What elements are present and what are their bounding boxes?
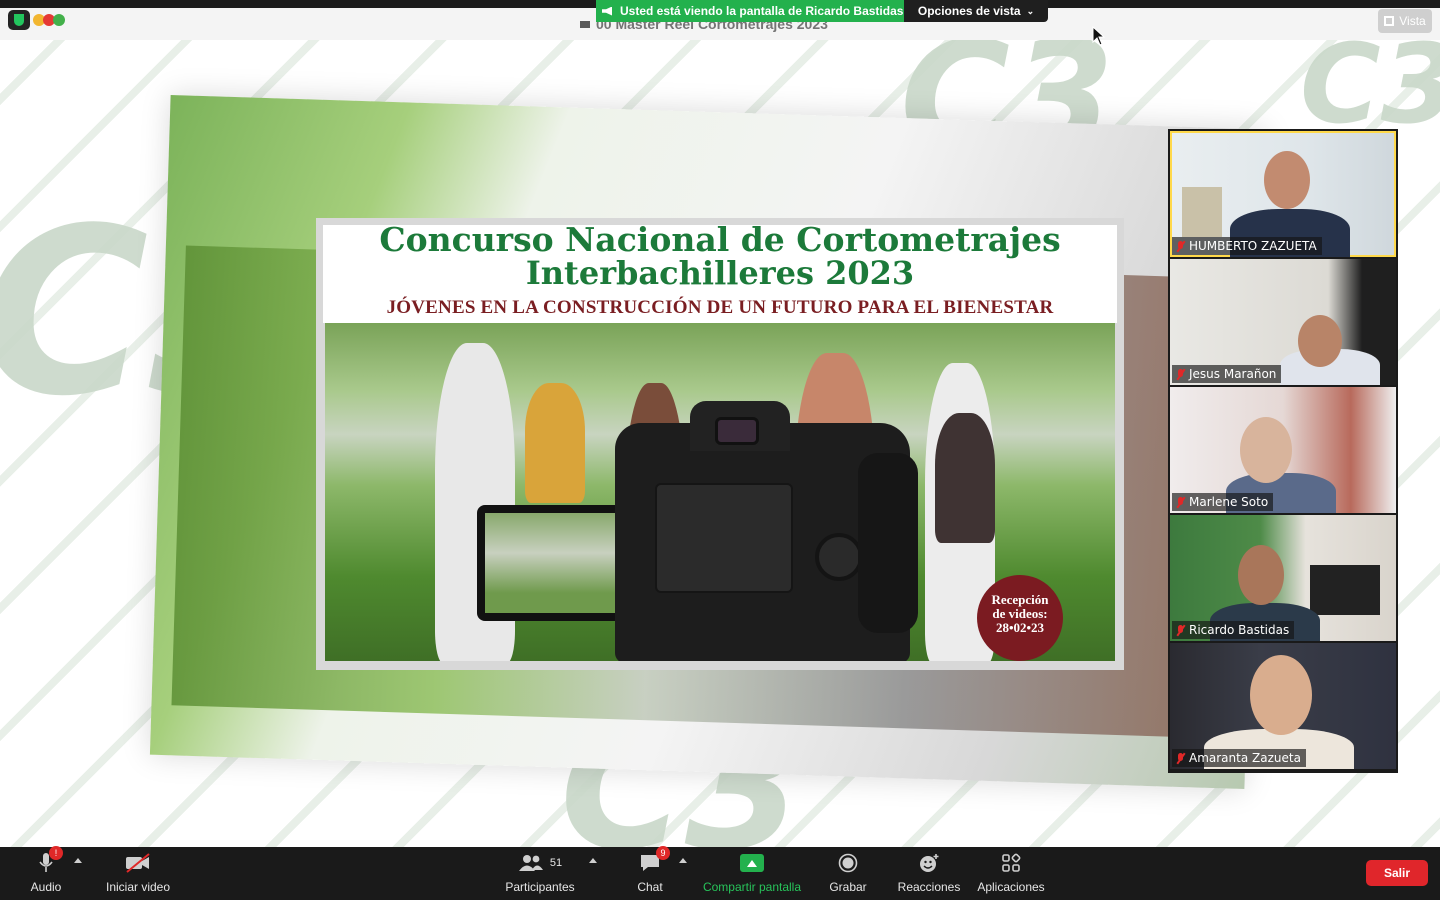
participant-gallery: HUMBERTO ZAZUETA Jesus Marañon Marlene S… xyxy=(1168,129,1398,773)
mic-muted-icon xyxy=(1176,624,1185,636)
leave-button[interactable]: Salir xyxy=(1366,860,1428,886)
camera-flip-screen xyxy=(477,505,629,621)
share-banner-text: Usted está viendo la pantalla de Ricardo… xyxy=(620,4,904,18)
dot-icon xyxy=(53,14,65,26)
share-screen-icon xyxy=(740,854,764,872)
participants-icon xyxy=(518,855,543,871)
share-screen-button[interactable]: Compartir pantalla xyxy=(702,847,802,900)
view-button[interactable]: Vista xyxy=(1378,9,1432,33)
mic-muted-icon xyxy=(1176,496,1185,508)
apps-button[interactable]: Aplicaciones xyxy=(976,847,1046,900)
participants-count: 51 xyxy=(549,857,563,869)
flyer-photo: Recepción de videos: 28•02•23 xyxy=(325,323,1115,661)
backpack xyxy=(935,413,995,543)
record-icon xyxy=(838,853,858,873)
monitor xyxy=(1310,565,1380,615)
person-head xyxy=(1298,315,1342,367)
record-button[interactable]: Grabar xyxy=(828,847,868,900)
participant-tile[interactable]: HUMBERTO ZAZUETA xyxy=(1170,131,1396,257)
person-head xyxy=(1264,151,1310,209)
flyer-title: Concurso Nacional de Cortometrajes xyxy=(379,225,1061,259)
participant-tile[interactable]: Marlene Soto xyxy=(1170,387,1396,513)
smiley-icon xyxy=(920,854,939,872)
view-options-button[interactable]: Opciones de vista ⌄ xyxy=(904,0,1048,22)
participant-tile[interactable]: Ricardo Bastidas xyxy=(1170,515,1396,641)
participant-name: Ricardo Bastidas xyxy=(1172,621,1295,639)
participant-name: Marlene Soto xyxy=(1172,493,1274,511)
meeting-toolbar: ! Audio Iniciar video 51 Participantes 9… xyxy=(0,846,1440,900)
contest-flyer: Concurso Nacional de Cortometrajes Inter… xyxy=(316,218,1124,670)
person-head xyxy=(1240,417,1292,483)
speaker-icon xyxy=(602,6,612,16)
participants-button[interactable]: 51 Participantes xyxy=(505,847,575,900)
participants-options-caret-icon[interactable] xyxy=(589,858,597,863)
meeting-top-bar: 00 Master Reel Cortometrajes 2023 Usted … xyxy=(0,0,1440,40)
participant-name: HUMBERTO ZAZUETA xyxy=(1172,237,1322,255)
participant-tile[interactable]: Amaranta Zazueta xyxy=(1170,643,1396,769)
shelf-object xyxy=(1182,187,1222,237)
person-head xyxy=(1238,545,1284,605)
deadline-seal: Recepción de videos: 28•02•23 xyxy=(977,575,1063,661)
audio-options-caret-icon[interactable] xyxy=(74,858,82,863)
reactions-button[interactable]: Reacciones xyxy=(898,847,960,900)
audio-button[interactable]: ! Audio xyxy=(26,846,66,900)
apps-icon xyxy=(1002,853,1021,872)
mic-muted-icon xyxy=(1176,368,1185,380)
grid-icon xyxy=(1384,16,1395,26)
flyer-title-year: Interbachilleres 2023 xyxy=(525,254,915,292)
participant-tile[interactable]: Jesus Marañon xyxy=(1170,259,1396,385)
chat-options-caret-icon[interactable] xyxy=(679,858,687,863)
backpack xyxy=(525,383,585,503)
chat-button[interactable]: 9 Chat xyxy=(634,846,670,900)
mouse-cursor-icon xyxy=(1092,26,1106,46)
flyer-subtitle: JÓVENES EN LA CONSTRUCCIÓN DE UN FUTURO … xyxy=(386,297,1054,318)
screen-share-banner: Usted está viendo la pantalla de Ricardo… xyxy=(596,0,904,22)
camera-icon xyxy=(615,401,918,661)
mic-muted-icon xyxy=(1176,240,1185,252)
window-icon xyxy=(580,20,590,28)
mic-muted-icon xyxy=(1176,752,1185,764)
chat-unread-badge: 9 xyxy=(656,846,670,860)
window-dots xyxy=(33,14,65,26)
shared-screen: C3 C3 C3 C3 Concurso Nacional de Cortome… xyxy=(0,40,1440,847)
start-video-button[interactable]: Iniciar video xyxy=(104,847,172,900)
participant-name: Amaranta Zazueta xyxy=(1172,749,1306,767)
participant-name: Jesus Marañon xyxy=(1172,365,1282,383)
video-off-icon xyxy=(126,853,150,873)
person-head xyxy=(1250,655,1312,735)
chevron-down-icon: ⌄ xyxy=(1026,5,1035,16)
security-shield-icon[interactable] xyxy=(8,10,30,30)
audio-warning-badge: ! xyxy=(49,846,63,860)
